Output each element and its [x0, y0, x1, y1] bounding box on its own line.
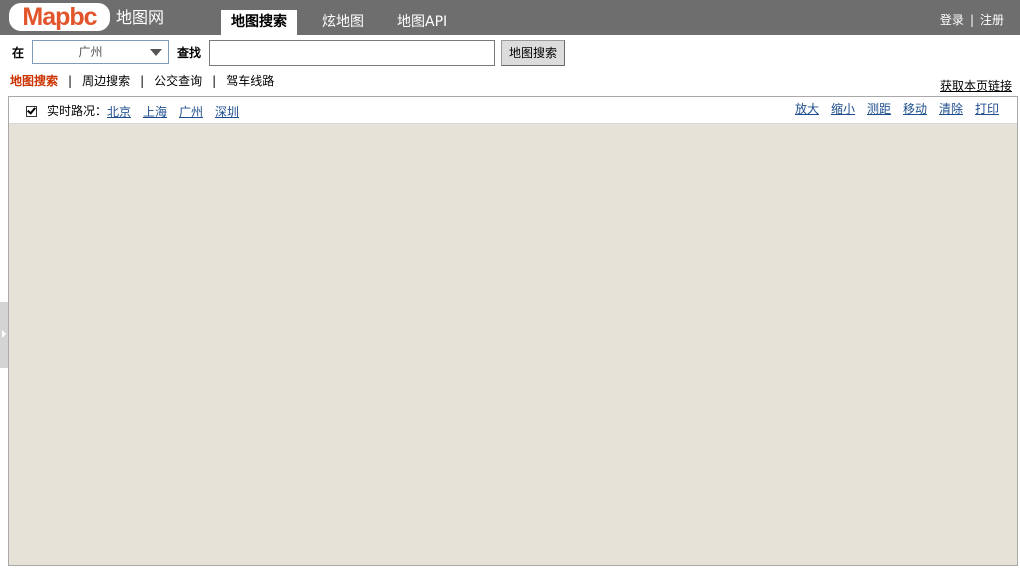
account-links: 登录 | 注册	[940, 12, 1004, 28]
print-link[interactable]: 打印	[975, 101, 999, 117]
login-link[interactable]: 登录	[940, 13, 964, 27]
clear-link[interactable]: 清除	[939, 101, 963, 117]
chevron-right-icon	[2, 330, 6, 338]
zoom-out-link[interactable]: 缩小	[831, 101, 855, 117]
subnav-separator: |	[140, 74, 145, 88]
city-link-shanghai[interactable]: 上海	[143, 104, 167, 120]
tab-map-search[interactable]: 地图搜索	[221, 10, 297, 35]
register-link[interactable]: 注册	[980, 13, 1004, 27]
map-toolbar: 实时路况： 北京 上海 广州 深圳 放大 缩小 测距 移动 清除 打印	[9, 97, 1017, 124]
traffic-checkbox[interactable]	[26, 105, 37, 117]
side-panel-toggle[interactable]	[0, 302, 8, 368]
subnav-map-search[interactable]: 地图搜索	[10, 74, 58, 88]
subnav-nearby-search[interactable]: 周边搜索	[82, 74, 130, 88]
subnav-driving-route[interactable]: 驾车线路	[226, 74, 274, 88]
subnav-separator: |	[68, 74, 73, 88]
measure-link[interactable]: 测距	[867, 101, 891, 117]
tab-map-api[interactable]: 地图API	[397, 10, 447, 35]
logo-text: Mapbc	[22, 3, 97, 31]
search-input[interactable]	[209, 40, 495, 66]
traffic-label: 实时路况：	[47, 104, 108, 118]
city-link-shenzhen[interactable]: 深圳	[215, 104, 239, 120]
account-separator: |	[969, 13, 974, 27]
site-logo[interactable]: Mapbc	[9, 3, 110, 31]
map-frame: 实时路况： 北京 上海 广州 深圳 放大 缩小 测距 移动 清除 打印	[8, 96, 1018, 566]
city-select[interactable]: 广州	[32, 40, 169, 64]
pan-link[interactable]: 移动	[903, 101, 927, 117]
subnav-bus-query[interactable]: 公交查询	[154, 74, 202, 88]
city-link-guangzhou[interactable]: 广州	[179, 104, 203, 120]
zoom-in-link[interactable]: 放大	[795, 101, 819, 117]
city-link-beijing[interactable]: 北京	[107, 104, 131, 120]
tab-cool-map[interactable]: 炫地图	[322, 10, 364, 35]
chevron-down-icon	[150, 49, 162, 56]
site-name: 地图网	[116, 8, 165, 27]
map-search-button[interactable]: 地图搜索	[501, 40, 565, 66]
top-bar: Mapbc 地图网 地图搜索 炫地图 地图API 登录 | 注册	[0, 0, 1020, 35]
city-select-value: 广州	[78, 45, 103, 59]
subnav-separator: |	[212, 74, 217, 88]
in-label: 在	[12, 46, 25, 60]
check-icon	[27, 105, 36, 115]
find-label: 查找	[177, 46, 202, 60]
sub-navigation: 地图搜索 | 周边搜索 | 公交查询 | 驾车线路	[10, 73, 274, 89]
map-canvas[interactable]	[9, 124, 1017, 565]
get-page-link[interactable]: 获取本页链接	[940, 78, 1012, 94]
